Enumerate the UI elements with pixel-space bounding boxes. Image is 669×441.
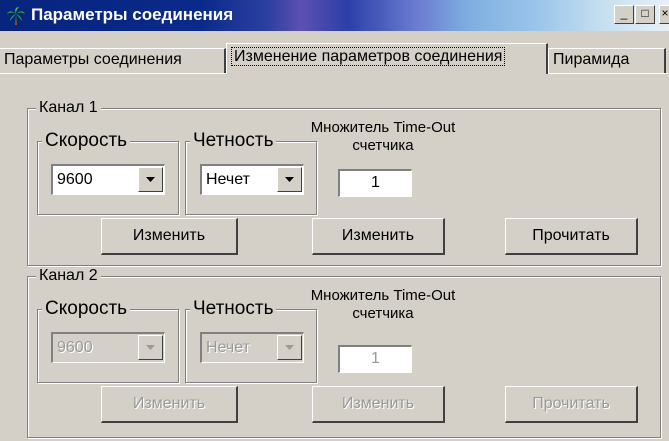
tab-pyramid[interactable]: Пирамида	[548, 48, 666, 73]
tab-change-connection-params[interactable]: Изменение параметров соединения	[226, 43, 548, 74]
parity-group: Четность Нечет	[185, 130, 317, 215]
speed-group: Скорость 9600	[37, 130, 179, 215]
timeout-label-line1: Множитель Time-Out	[310, 119, 456, 136]
speed-label: Скорость	[42, 130, 131, 152]
close-button[interactable]: ×	[659, 5, 669, 24]
channel-2-group: Канал 2 Скорость 9600 Четность Нечет Мно…	[27, 267, 661, 438]
minimize-button[interactable]: _	[614, 5, 634, 24]
timeout-multiplier-label: Множитель Time-Out счетчика	[298, 287, 468, 323]
parity-label: Четность	[190, 298, 277, 320]
timeout-multiplier-input[interactable]: 1	[338, 345, 412, 373]
speed-label: Скорость	[42, 298, 131, 320]
channel-1-label: Канал 1	[36, 99, 101, 117]
timeout-multiplier-input[interactable]: 1	[338, 169, 412, 197]
chevron-down-icon	[285, 177, 294, 182]
speed-select[interactable]: 9600	[51, 164, 165, 195]
parity-group: Четность Нечет	[185, 298, 317, 383]
chevron-down-icon	[285, 345, 294, 350]
parity-label: Четность	[190, 130, 277, 152]
speed-group: Скорость 9600	[37, 298, 179, 383]
chevron-down-icon	[146, 345, 155, 350]
speed-dropdown-button[interactable]	[138, 167, 163, 192]
maximize-button[interactable]: □	[635, 5, 655, 24]
timeout-label-line1: Множитель Time-Out	[310, 287, 456, 304]
tab-label: Изменение параметров соединения	[230, 47, 506, 66]
timeout-label-line2: счетчика	[352, 305, 414, 322]
parity-value: Нечет	[206, 339, 250, 356]
change-timeout-button[interactable]: Изменить	[312, 218, 445, 255]
speed-select[interactable]: 9600	[51, 332, 165, 363]
parity-value: Нечет	[206, 171, 250, 188]
timeout-label-line2: счетчика	[352, 137, 414, 154]
speed-value: 9600	[57, 171, 93, 188]
parity-select[interactable]: Нечет	[200, 164, 304, 195]
change-speed-parity-button[interactable]: Изменить	[101, 386, 238, 423]
title-bar[interactable]: Параметры соединения _ □ ×	[0, 0, 669, 31]
read-button[interactable]: Прочитать	[505, 386, 638, 423]
change-speed-parity-button[interactable]: Изменить	[101, 218, 238, 255]
parity-select[interactable]: Нечет	[200, 332, 304, 363]
tab-label: Параметры соединения	[4, 51, 182, 68]
tab-label: Пирамида	[553, 51, 630, 68]
timeout-multiplier-label: Множитель Time-Out счетчика	[298, 119, 468, 155]
window-title: Параметры соединения	[31, 5, 234, 24]
change-timeout-button[interactable]: Изменить	[312, 386, 445, 423]
palm-tree-icon	[7, 7, 25, 25]
chevron-down-icon	[146, 177, 155, 182]
read-button[interactable]: Прочитать	[505, 218, 638, 255]
channel-2-label: Канал 2	[36, 267, 101, 285]
parity-dropdown-button[interactable]	[277, 167, 302, 192]
speed-value: 9600	[57, 339, 93, 356]
channel-1-group: Канал 1 Скорость 9600 Четность Нечет Мно…	[27, 99, 661, 266]
tab-connection-params[interactable]: Параметры соединения	[0, 48, 226, 73]
parity-dropdown-button[interactable]	[277, 335, 302, 360]
speed-dropdown-button[interactable]	[138, 335, 163, 360]
